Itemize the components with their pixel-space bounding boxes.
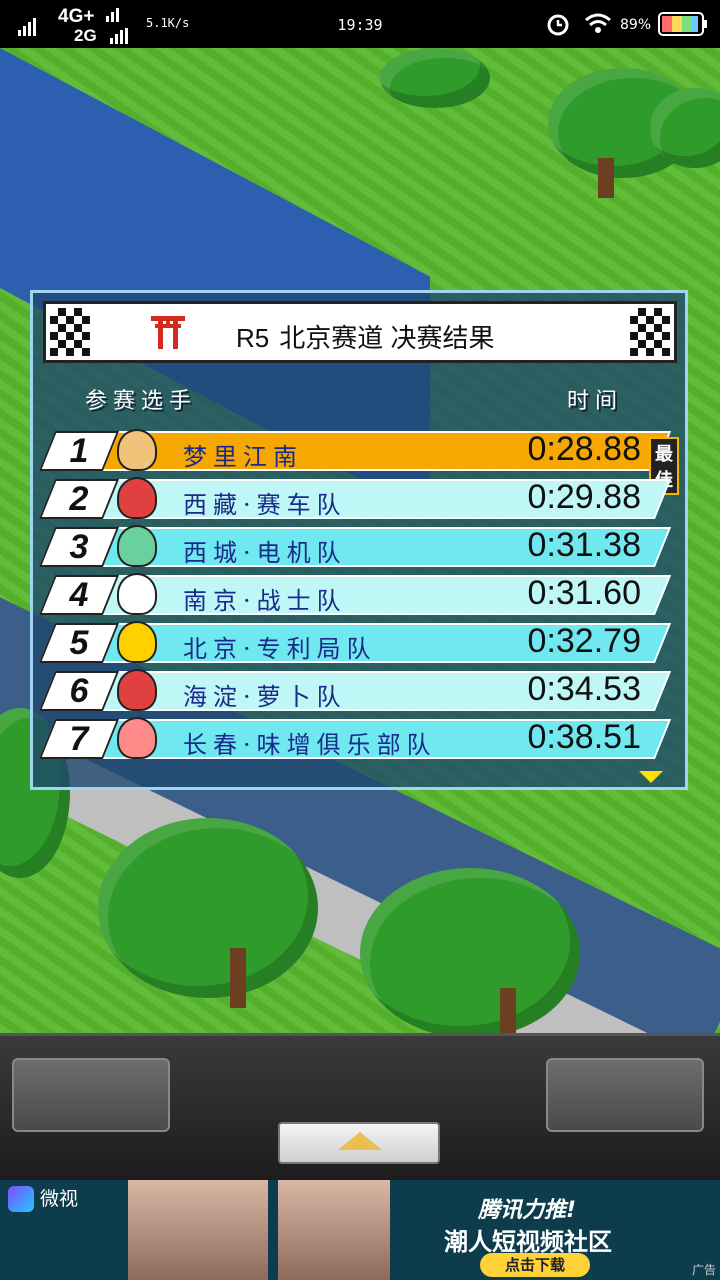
ad-label: 广告 (691, 1263, 716, 1277)
weishi-logo-icon (8, 1186, 34, 1212)
column-header-players: 参赛选手 (85, 389, 198, 414)
result-row[interactable]: 1梦里江南0:28.88最佳 (38, 429, 679, 495)
control-bar (0, 1033, 720, 1183)
wifi-icon (585, 13, 611, 33)
result-row[interactable]: 2 西藏·赛车队 0:29.88 (38, 477, 672, 521)
ad-headline: 腾讯力推! (478, 1198, 577, 1223)
rank-number: 7 (69, 720, 89, 758)
driver-avatar (117, 669, 157, 711)
team-name: 北京·专利局队 (183, 635, 377, 663)
ad-photo (128, 1180, 268, 1280)
ad-banner[interactable]: 微视 腾讯力推! 潮人短视频社区 点击下载 广告 (0, 1180, 720, 1280)
ad-photo (278, 1180, 390, 1280)
ad-subline: 潮人短视频社区 (444, 1228, 612, 1256)
column-header-time: 时间 (567, 389, 624, 414)
lap-time: 0:31.38 (527, 526, 641, 564)
battery-icon (658, 12, 707, 36)
team-name: 西藏·赛车队 (183, 491, 347, 519)
page-title: R5 北京赛道 决赛结果 (236, 318, 494, 355)
rank-badge: 3 (38, 527, 120, 567)
rank-number: 1 (69, 432, 89, 470)
lap-time: 0:28.88 (527, 430, 641, 468)
scroll-down-arrow-icon[interactable] (639, 771, 663, 783)
driver-avatar (117, 429, 157, 471)
checkered-flag-icon (630, 308, 670, 356)
title-label: 北京赛道 决赛结果 (279, 323, 495, 353)
clock: 19:39 (337, 16, 383, 34)
triangle-up-icon (338, 1132, 382, 1150)
team-name: 海淀·萝卜队 (183, 683, 347, 711)
torii-gate-icon (151, 316, 185, 349)
download-button[interactable]: 点击下载 (480, 1253, 590, 1277)
rank-badge: 2 (38, 479, 120, 519)
lap-time: 0:31.60 (527, 574, 641, 612)
result-row[interactable]: 6 海淀·萝卜队 0:34.53 (38, 669, 672, 713)
right-button[interactable] (546, 1058, 704, 1132)
result-row[interactable]: 3 西城·电机队 0:31.38 (38, 525, 672, 569)
alarm-icon (547, 14, 569, 36)
result-row[interactable]: 5 北京·专利局队 0:32.79 (38, 621, 672, 665)
team-name: 南京·战士队 (183, 587, 347, 615)
rank-badge: 1 (38, 431, 120, 471)
driver-avatar (117, 621, 157, 663)
lap-time: 0:32.79 (527, 622, 641, 660)
title-bar: R5 北京赛道 决赛结果 (43, 301, 677, 363)
game-scene[interactable]: R5北京赛道 决赛结果 参赛选手 时间 1梦里江南0:28.88最佳2西藏·赛车… (0, 48, 720, 1033)
driver-avatar (117, 717, 157, 759)
lap-time: 0:38.51 (527, 718, 641, 756)
tree (380, 48, 490, 108)
tree (98, 818, 318, 998)
rank-number: 2 (69, 480, 89, 518)
rank-number: 3 (69, 528, 89, 566)
rank-badge: 7 (38, 719, 120, 759)
rank-badge: 5 (38, 623, 120, 663)
lap-time: 0:34.53 (527, 670, 641, 708)
rank-badge: 4 (38, 575, 120, 615)
team-name: 梦里江南 (183, 443, 303, 471)
confirm-button[interactable] (278, 1122, 440, 1164)
rank-badge: 6 (38, 671, 120, 711)
tree (360, 868, 580, 1033)
team-name: 西城·电机队 (183, 539, 347, 567)
team-name: 长春·味增俱乐部队 (183, 731, 437, 759)
driver-avatar (117, 477, 157, 519)
left-button[interactable] (12, 1058, 170, 1132)
race-results-panel: R5北京赛道 决赛结果 参赛选手 时间 1梦里江南0:28.88最佳2西藏·赛车… (30, 290, 688, 790)
rank-number: 4 (69, 576, 89, 614)
rank-number: 6 (69, 672, 89, 710)
driver-avatar (117, 573, 157, 615)
checkered-flag-icon (50, 308, 90, 356)
ad-brand: 微视 (40, 1188, 79, 1210)
result-row[interactable]: 7 长春·味增俱乐部队 0:38.51 (38, 717, 672, 761)
driver-avatar (117, 525, 157, 567)
round-label: R5 (236, 323, 270, 353)
result-row[interactable]: 4 南京·战士队 0:31.60 (38, 573, 672, 617)
battery-percent: 89% (620, 17, 652, 33)
lap-time: 0:29.88 (527, 478, 641, 516)
status-bar: 4G+ 2G 5.1K/s 19:39 89% (0, 0, 720, 48)
rank-number: 5 (69, 624, 89, 662)
